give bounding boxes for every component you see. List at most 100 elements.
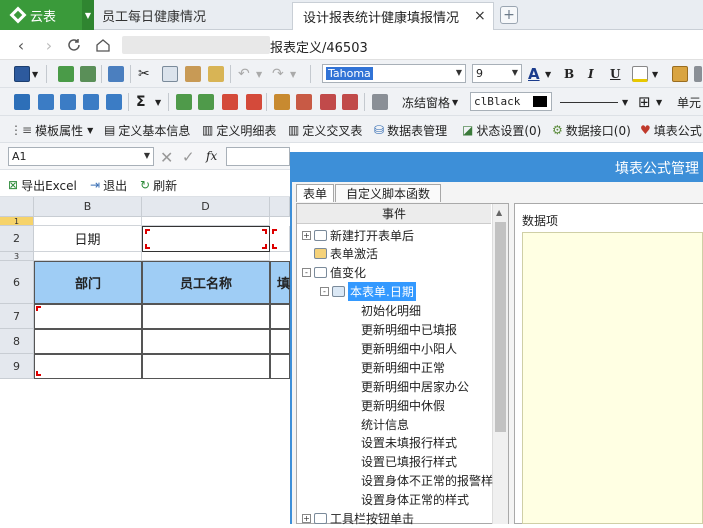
col-header-e[interactable] <box>270 197 290 217</box>
split-icon[interactable] <box>198 93 214 111</box>
book2-icon[interactable] <box>342 93 358 111</box>
exit-button[interactable]: ⇥ 退出 <box>90 176 127 194</box>
tree-node[interactable]: 设置身体不正常的报警样 <box>361 472 493 490</box>
forward-icon[interactable]: › <box>38 34 60 56</box>
export-excel-button[interactable]: ⊠ 导出Excel <box>8 176 77 194</box>
fill-color-dropdown-icon[interactable]: ▼ <box>652 65 658 83</box>
border-dropdown-icon[interactable]: ▼ <box>656 93 662 111</box>
undo-icon[interactable]: ↶ <box>238 65 250 83</box>
table-cell[interactable] <box>270 329 290 354</box>
tab-employee-health[interactable]: 员工每日健康情况 <box>94 0 290 30</box>
overflow-icon[interactable] <box>694 65 702 83</box>
app-logo-tab[interactable]: 云表 <box>0 0 82 30</box>
preview-icon[interactable] <box>58 65 74 83</box>
table-cell[interactable] <box>34 329 142 354</box>
chart-icon[interactable] <box>274 93 290 111</box>
cell-d3[interactable] <box>142 252 270 261</box>
copy-icon[interactable] <box>162 65 178 83</box>
cell-ref-select[interactable]: A1 ▼ <box>8 147 154 166</box>
refresh-button[interactable]: ↻ 刷新 <box>140 176 177 194</box>
font-name-select[interactable]: Tahoma ▼ <box>322 64 466 83</box>
row-header-6[interactable]: 6 <box>0 261 34 304</box>
cell-button[interactable]: 单元 <box>677 93 701 111</box>
format-painter-icon[interactable] <box>208 65 224 83</box>
border-icon[interactable]: ⊞ <box>638 93 651 111</box>
date-label-cell[interactable]: 日期 <box>34 226 142 252</box>
remove-sheet-icon[interactable] <box>246 93 262 111</box>
color-select[interactable]: clBlack <box>470 92 552 111</box>
tree-node[interactable]: - 本表单.日期 <box>320 282 416 302</box>
line-style-dropdown-icon[interactable]: ▼ <box>622 93 628 111</box>
save-icon[interactable] <box>14 65 30 83</box>
scroll-up-icon[interactable]: ▲ <box>496 208 502 217</box>
bold-button[interactable]: B <box>564 65 574 83</box>
cancel-formula-icon[interactable]: ✕ <box>160 148 173 167</box>
print-icon[interactable] <box>80 65 96 83</box>
tree-node[interactable]: 更新明细中休假 <box>361 396 445 414</box>
tab-design-report[interactable]: 设计报表统计健康填报情况 <box>292 2 494 30</box>
employee-header-cell[interactable]: 员工名称 <box>142 261 270 304</box>
tree-node[interactable]: 初始化明细 <box>361 302 421 320</box>
italic-button[interactable]: I <box>588 65 594 83</box>
fill-color-icon[interactable] <box>632 65 648 83</box>
formula-input[interactable] <box>226 147 290 166</box>
exit-door-icon[interactable] <box>108 65 124 83</box>
row-header-2[interactable]: 2 <box>0 226 34 252</box>
row-header-7[interactable]: 7 <box>0 304 34 329</box>
font-color-dropdown-icon[interactable]: ▼ <box>545 65 551 83</box>
back-icon[interactable]: ‹ <box>10 34 32 56</box>
row-header-3[interactable]: 3 <box>0 252 34 261</box>
scroll-thumb[interactable] <box>495 222 506 432</box>
table-cell[interactable] <box>270 354 290 379</box>
tab-menu-chevron-icon[interactable]: ▼ <box>82 0 94 30</box>
cell-b1[interactable] <box>34 217 142 226</box>
delete-row-icon[interactable] <box>60 93 76 111</box>
collapse-icon[interactable]: - <box>320 287 329 297</box>
cut-icon[interactable]: ✂ <box>138 65 150 83</box>
font-size-select[interactable]: 9 ▼ <box>472 64 522 83</box>
tree-node[interactable]: 更新明细中正常 <box>361 358 445 376</box>
template-props-button[interactable]: ⋮≡ 模板属性 ▼ <box>10 121 93 139</box>
expand-icon[interactable]: + <box>302 514 311 523</box>
date-input-cell[interactable] <box>142 226 270 252</box>
tree-node[interactable]: 统计信息 <box>361 415 409 433</box>
define-detail-button[interactable]: ▥ 定义明细表 <box>202 121 276 139</box>
insert-col-icon[interactable] <box>83 93 99 111</box>
line-style-select[interactable] <box>560 102 618 103</box>
add-sheet-icon[interactable] <box>222 93 238 111</box>
merge-icon[interactable] <box>176 93 192 111</box>
expand-icon[interactable]: + <box>302 230 311 240</box>
insert-row-icon[interactable] <box>38 93 54 111</box>
table-cell[interactable] <box>142 304 270 329</box>
col-header-b[interactable]: B <box>34 197 142 217</box>
lock-icon[interactable] <box>672 65 688 83</box>
table-cell[interactable] <box>34 304 142 329</box>
tree-node[interactable]: - 值变化 <box>302 264 366 282</box>
data-interface-button[interactable]: ⚙ 数据接口(0) <box>552 121 631 139</box>
book-icon[interactable] <box>320 93 336 111</box>
underline-button[interactable]: U <box>610 65 620 83</box>
define-basic-button[interactable]: ▤ 定义基本信息 <box>104 121 190 139</box>
collapse-icon[interactable]: - <box>302 268 311 278</box>
sum-dropdown-icon[interactable]: ▼ <box>155 93 161 111</box>
cell-d1[interactable] <box>142 217 270 226</box>
data-items-area[interactable] <box>522 232 703 524</box>
corner-cell[interactable] <box>0 197 34 217</box>
define-cross-button[interactable]: ▥ 定义交叉表 <box>288 121 362 139</box>
tab-form[interactable]: 表单 <box>296 184 334 202</box>
freeze-panes-button[interactable]: 冻结窗格 <box>402 93 450 111</box>
table-cell[interactable] <box>142 354 270 379</box>
status-settings-button[interactable]: ◪ 状态设置(0) <box>462 121 541 139</box>
paste-icon[interactable] <box>185 65 201 83</box>
tree-node[interactable]: 表单激活 <box>302 245 378 263</box>
special-icon[interactable] <box>372 93 388 111</box>
fill-header-cell[interactable]: 填 <box>270 261 290 304</box>
dept-header-cell[interactable]: 部门 <box>34 261 142 304</box>
row-header-9[interactable]: 9 <box>0 354 34 379</box>
tree-node[interactable]: 更新明细中居家办公 <box>361 377 469 395</box>
row-header-1[interactable]: 1 <box>0 217 34 226</box>
col-header-d[interactable]: D <box>142 197 270 217</box>
close-tab-icon[interactable]: × <box>474 8 486 24</box>
table-cell[interactable] <box>34 354 142 379</box>
url-text[interactable]: 报表定义/46503 <box>270 37 368 56</box>
